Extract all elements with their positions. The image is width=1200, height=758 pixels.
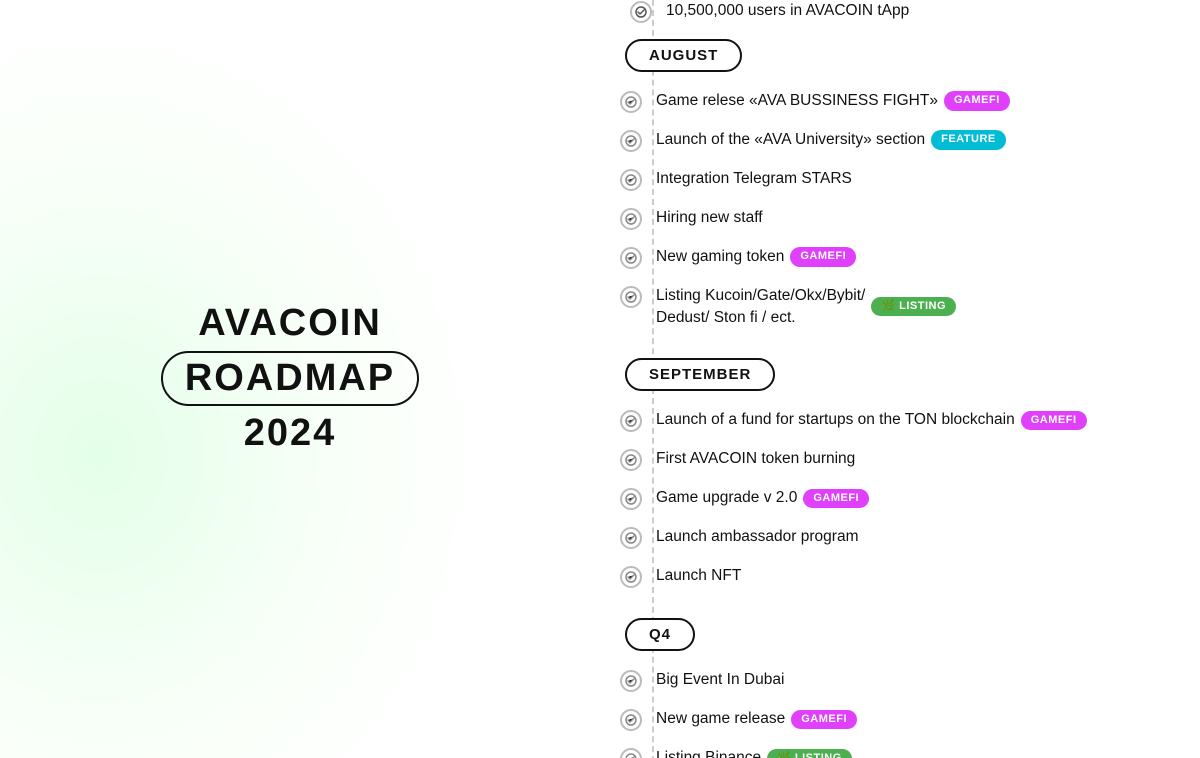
august-items: Game relese «AVA BUSSINESS FIGHT» GAMEFI…: [610, 90, 1200, 328]
tag-gamefi: GAMEFI: [790, 247, 856, 266]
item-text: Launch NFT: [656, 565, 741, 587]
hiring-new-staff-text: Hiring new staff: [656, 207, 763, 229]
logo-container: AVACOIN ROADMAP 2024: [161, 303, 419, 455]
item-text: Listing Binance 🌿 LISTING: [656, 747, 852, 758]
check-icon: [620, 91, 642, 113]
item-text: Big Event In Dubai: [656, 669, 784, 691]
item-text: New game release GAMEFI: [656, 708, 857, 730]
list-item: Listing Binance 🌿 LISTING: [610, 747, 1200, 758]
list-item: Game upgrade v 2.0 GAMEFI: [610, 487, 1200, 510]
tag-feature: FEATURE: [931, 130, 1006, 149]
list-item: Launch of a fund for startups on the TON…: [610, 409, 1200, 432]
check-icon: [620, 488, 642, 510]
list-item: Game relese «AVA BUSSINESS FIGHT» GAMEFI: [610, 90, 1200, 113]
list-item: Listing Kucoin/Gate/Okx/Bybit/Dedust/ St…: [610, 285, 1200, 328]
check-icon: [620, 748, 642, 758]
list-item: First AVACOIN token burning: [610, 448, 1200, 471]
item-text: Game relese «AVA BUSSINESS FIGHT» GAMEFI: [656, 90, 1010, 112]
timeline-container: 10,500,000 users in AVACOIN tApp AUGUST …: [580, 0, 1200, 758]
list-item-hiring: Hiring new staff: [610, 207, 1200, 230]
item-text: Integration Telegram STARS: [656, 168, 852, 190]
list-item: Launch ambassador program: [610, 526, 1200, 549]
check-icon: [620, 670, 642, 692]
check-icon: [620, 169, 642, 191]
logo-line1: AVACOIN: [161, 303, 419, 345]
section-august: AUGUST Game relese «AVA BUSSINESS FIGHT»…: [610, 39, 1200, 328]
check-icon: [620, 247, 642, 269]
tag-listing: 🌿 LISTING: [767, 749, 852, 758]
tag-gamefi: GAMEFI: [944, 91, 1010, 110]
item-text: Launch ambassador program: [656, 526, 858, 548]
item-text: Game upgrade v 2.0 GAMEFI: [656, 487, 869, 509]
section-q4: Q4 Big Event In Dubai New ga: [610, 618, 1200, 758]
list-item: New gaming token GAMEFI: [610, 246, 1200, 269]
check-icon: [620, 527, 642, 549]
tag-gamefi: GAMEFI: [791, 710, 857, 729]
item-text: 10,500,000 users in AVACOIN tApp: [666, 0, 909, 22]
item-text: New gaming token GAMEFI: [656, 246, 856, 268]
month-badge-q4: Q4: [625, 618, 695, 651]
check-icon: [620, 130, 642, 152]
check-icon: [620, 709, 642, 731]
month-badge-september: SEPTEMBER: [625, 358, 775, 391]
item-text: Launch of a fund for startups on the TON…: [656, 409, 1087, 431]
logo-line2: ROADMAP: [161, 351, 419, 406]
section-september: SEPTEMBER Launch of a fund for startups …: [610, 358, 1200, 588]
list-item: Launch of the «AVA University» section F…: [610, 129, 1200, 152]
check-icon: [620, 410, 642, 432]
page-container: AVACOIN ROADMAP 2024 10,500,000 users in…: [0, 0, 1200, 758]
month-label-august: AUGUST: [610, 39, 1200, 72]
check-icon: [620, 208, 642, 230]
tag-gamefi: GAMEFI: [1021, 411, 1087, 430]
check-icon: [630, 1, 652, 23]
logo-line3: 2024: [161, 412, 419, 455]
top-section: 10,500,000 users in AVACOIN tApp: [610, 0, 1200, 23]
month-badge-august: AUGUST: [625, 39, 742, 72]
check-icon: [620, 566, 642, 588]
september-items: Launch of a fund for startups on the TON…: [610, 409, 1200, 588]
item-text: Listing Kucoin/Gate/Okx/Bybit/Dedust/ St…: [656, 285, 956, 328]
list-item: Launch NFT: [610, 565, 1200, 588]
q4-items: Big Event In Dubai New game release GAME…: [610, 669, 1200, 758]
list-item: New game release GAMEFI: [610, 708, 1200, 731]
item-text: First AVACOIN token burning: [656, 448, 855, 470]
list-item: Big Event In Dubai: [610, 669, 1200, 692]
tag-gamefi: GAMEFI: [803, 489, 869, 508]
tag-listing: 🌿 LISTING: [871, 297, 956, 316]
month-label-september: SEPTEMBER: [610, 358, 1200, 391]
list-item: Integration Telegram STARS: [610, 168, 1200, 191]
item-text: Launch of the «AVA University» section F…: [656, 129, 1006, 151]
check-icon: [620, 286, 642, 308]
month-label-q4: Q4: [610, 618, 1200, 651]
left-panel: AVACOIN ROADMAP 2024: [0, 0, 580, 758]
list-item: 10,500,000 users in AVACOIN tApp: [620, 0, 1200, 23]
right-panel: 10,500,000 users in AVACOIN tApp AUGUST …: [580, 0, 1200, 758]
check-icon: [620, 449, 642, 471]
